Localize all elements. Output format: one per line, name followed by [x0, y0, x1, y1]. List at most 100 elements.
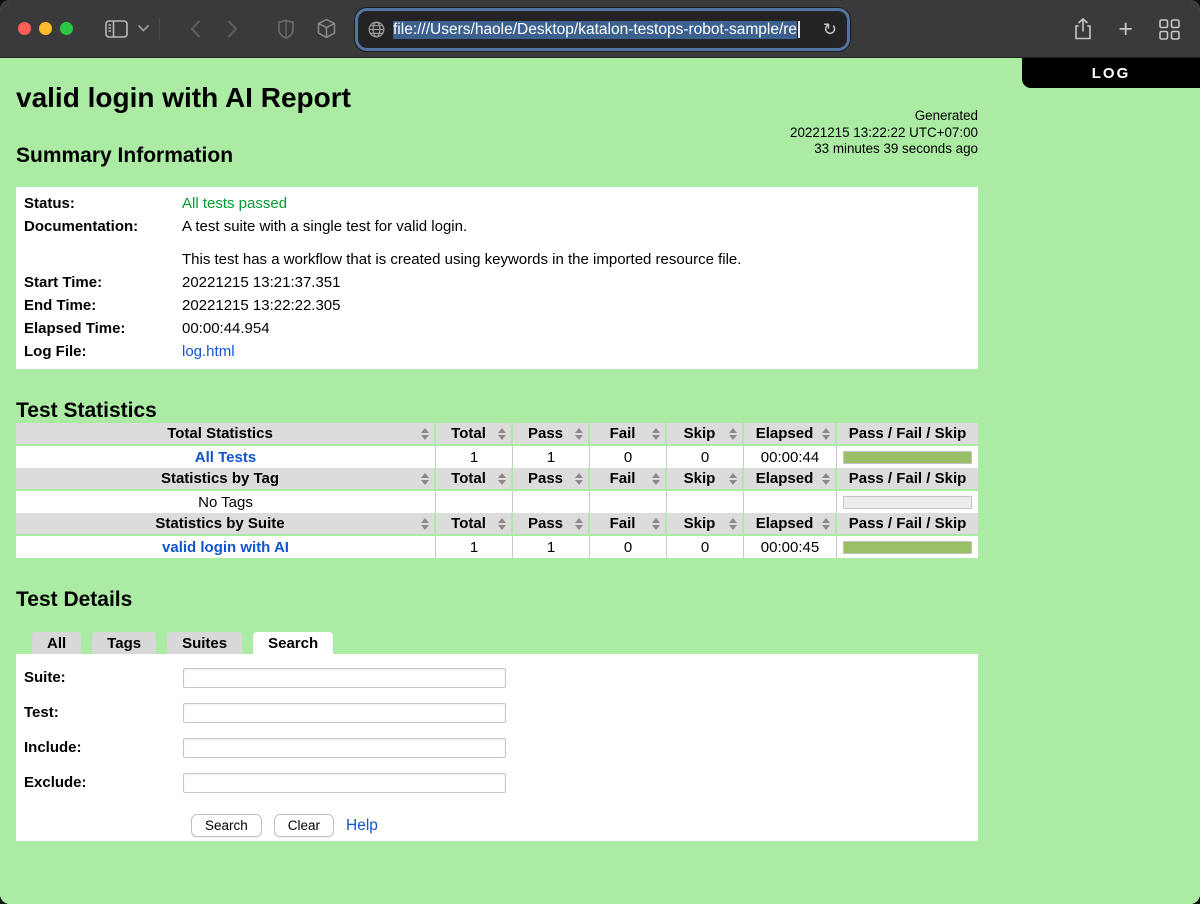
all-tests-link[interactable]: All Tests — [195, 449, 256, 466]
documentation-line1: A test suite with a single test for vali… — [182, 215, 978, 238]
column-header-fail[interactable]: Fail — [590, 513, 667, 536]
close-window-button[interactable] — [18, 22, 31, 35]
column-header-elapsed[interactable]: Elapsed — [744, 468, 837, 491]
column-header-statistics-by-tag[interactable]: Statistics by Tag — [16, 468, 436, 491]
sort-icon[interactable] — [822, 518, 830, 530]
sort-icon[interactable] — [729, 473, 737, 485]
column-header-elapsed[interactable]: Elapsed — [744, 513, 837, 536]
test-field-label: Test: — [16, 704, 183, 721]
column-header-fail[interactable]: Fail — [590, 468, 667, 491]
generated-ago: 33 minutes 39 seconds ago — [790, 141, 978, 158]
sort-icon[interactable] — [498, 428, 506, 440]
total-cell — [436, 491, 513, 513]
column-header-total[interactable]: Total — [436, 468, 513, 491]
share-icon[interactable] — [1074, 18, 1092, 40]
sort-icon[interactable] — [729, 518, 737, 530]
suite-input[interactable] — [183, 668, 506, 688]
help-link[interactable]: Help — [346, 817, 378, 835]
column-header-fail[interactable]: Fail — [590, 423, 667, 446]
tab-search[interactable]: Search — [253, 632, 333, 654]
sort-icon[interactable] — [652, 428, 660, 440]
tab-all[interactable]: All — [32, 632, 81, 654]
elapsed-time-label: Elapsed Time: — [16, 317, 182, 340]
sidebar-icon[interactable] — [105, 20, 128, 38]
window-controls — [18, 22, 73, 35]
privacy-shield-icon[interactable] — [278, 19, 294, 39]
column-header-pass[interactable]: Pass — [513, 423, 590, 446]
fail-cell — [590, 491, 667, 513]
clear-button[interactable]: Clear — [274, 814, 334, 837]
log-file-link[interactable]: log.html — [182, 343, 235, 360]
forward-button[interactable] — [227, 20, 238, 38]
globe-icon — [368, 21, 385, 38]
column-header-bar: Pass / Fail / Skip — [837, 513, 978, 536]
test-input[interactable] — [183, 703, 506, 723]
start-time-label: Start Time: — [16, 271, 182, 294]
back-button[interactable] — [190, 20, 201, 38]
suite-link[interactable]: valid login with AI — [162, 539, 289, 556]
tab-tags[interactable]: Tags — [92, 632, 156, 654]
search-panel: Suite: Test: Include: Exclude: Search — [16, 654, 978, 841]
column-header-skip[interactable]: Skip — [667, 513, 744, 536]
pass-fail-skip-bar-cell — [837, 491, 978, 513]
fail-cell: 0 — [590, 446, 667, 468]
column-header-skip[interactable]: Skip — [667, 468, 744, 491]
status-label: Status: — [16, 192, 182, 215]
new-tab-plus-icon[interactable]: + — [1118, 17, 1133, 42]
text-caret — [798, 21, 800, 38]
details-tabs: All Tags Suites Search — [16, 632, 978, 654]
summary-row-logfile: Log File: log.html — [16, 340, 978, 363]
zoom-window-button[interactable] — [60, 22, 73, 35]
column-header-pass[interactable]: Pass — [513, 468, 590, 491]
sort-icon[interactable] — [575, 428, 583, 440]
reload-icon[interactable]: ↻ — [823, 20, 837, 40]
sort-icon[interactable] — [421, 428, 429, 440]
column-header-bar: Pass / Fail / Skip — [837, 423, 978, 446]
column-header-statistics-by-suite[interactable]: Statistics by Suite — [16, 513, 436, 536]
tab-overview-icon[interactable] — [1159, 19, 1180, 40]
suite-field-row: Suite: — [16, 667, 978, 688]
address-bar[interactable]: file:///Users/haole/Desktop/katalon-test… — [358, 11, 847, 48]
sort-icon[interactable] — [822, 473, 830, 485]
browser-toolbar: file:///Users/haole/Desktop/katalon-test… — [0, 0, 1200, 58]
no-tags-cell: No Tags — [16, 491, 436, 513]
sort-icon[interactable] — [575, 473, 583, 485]
elapsed-cell: 00:00:44 — [744, 446, 837, 468]
sort-icon[interactable] — [822, 428, 830, 440]
minimize-window-button[interactable] — [39, 22, 52, 35]
end-time-value: 20221215 13:22:22.305 — [182, 294, 978, 317]
elapsed-time-value: 00:00:44.954 — [182, 317, 978, 340]
summary-row-elapsed: Elapsed Time: 00:00:44.954 — [16, 317, 978, 340]
column-header-total[interactable]: Total — [436, 423, 513, 446]
report-page: LOG valid login with AI Report Generated… — [0, 58, 1200, 904]
column-header-skip[interactable]: Skip — [667, 423, 744, 446]
summary-row-start: Start Time: 20221215 13:21:37.351 — [16, 271, 978, 294]
column-header-pass[interactable]: Pass — [513, 513, 590, 536]
search-button[interactable]: Search — [191, 814, 262, 837]
column-header-total-statistics[interactable]: Total Statistics — [16, 423, 436, 446]
pass-fail-skip-bar-cell — [837, 536, 978, 558]
sort-icon[interactable] — [421, 518, 429, 530]
column-header-elapsed[interactable]: Elapsed — [744, 423, 837, 446]
summary-row-documentation2: This test has a workflow that is created… — [16, 248, 978, 271]
sort-icon[interactable] — [498, 518, 506, 530]
log-button[interactable]: LOG — [1022, 58, 1200, 88]
extensions-cube-icon[interactable] — [316, 18, 337, 39]
sort-icon[interactable] — [652, 473, 660, 485]
sort-icon[interactable] — [421, 473, 429, 485]
column-header-total[interactable]: Total — [436, 513, 513, 536]
sort-icon[interactable] — [652, 518, 660, 530]
exclude-input[interactable] — [183, 773, 506, 793]
chevron-down-icon[interactable] — [138, 25, 149, 32]
sort-icon[interactable] — [575, 518, 583, 530]
sort-icon[interactable] — [729, 428, 737, 440]
url-text[interactable]: file:///Users/haole/Desktop/katalon-test… — [393, 21, 817, 39]
exclude-field-row: Exclude: — [16, 772, 978, 793]
sort-icon[interactable] — [498, 473, 506, 485]
total-cell: 1 — [436, 446, 513, 468]
browser-window: file:///Users/haole/Desktop/katalon-test… — [0, 0, 1200, 904]
summary-row-end: End Time: 20221215 13:22:22.305 — [16, 294, 978, 317]
include-input[interactable] — [183, 738, 506, 758]
tab-suites[interactable]: Suites — [167, 632, 242, 654]
status-value: All tests passed — [182, 192, 978, 215]
